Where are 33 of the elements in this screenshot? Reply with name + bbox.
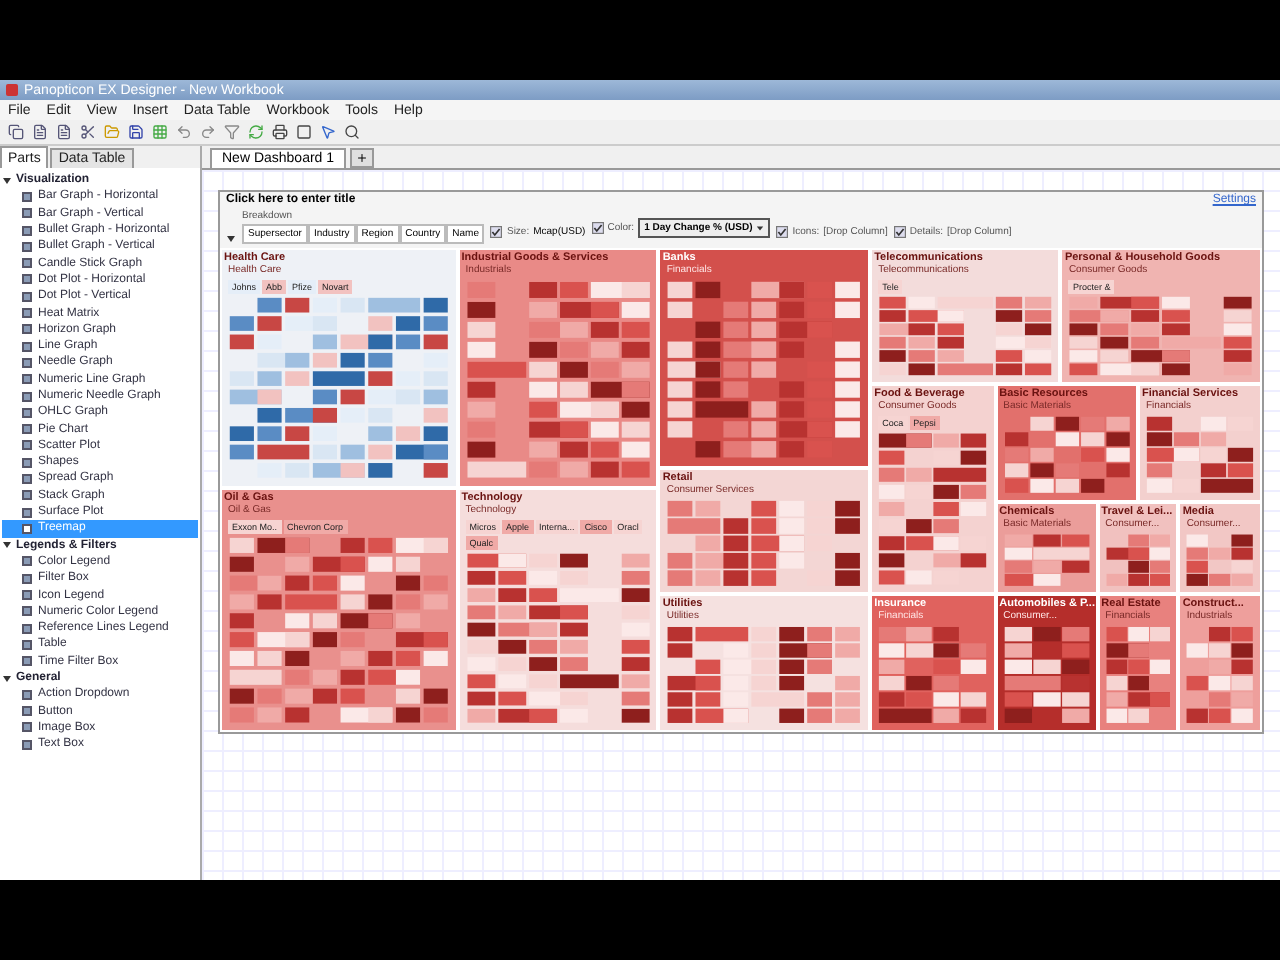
- filter-icon[interactable]: [224, 124, 240, 140]
- square-icon[interactable]: [296, 124, 312, 140]
- expander-icon[interactable]: [2, 175, 12, 186]
- caret-icon[interactable]: [756, 224, 765, 232]
- treemap-tiles-drawing: [1186, 533, 1254, 587]
- copy-icon[interactable]: [8, 124, 24, 140]
- treemap-tiles-drawing: [1105, 533, 1171, 587]
- undo-icon[interactable]: [176, 124, 192, 140]
- treemap-tiles-drawing: [1003, 416, 1130, 494]
- document-icon[interactable]: [56, 124, 72, 140]
- collapse-icon[interactable]: [226, 234, 236, 244]
- treemap-tiles-drawing: [1105, 626, 1171, 724]
- pointer-icon[interactable]: [320, 124, 336, 140]
- expander-icon[interactable]: [2, 540, 12, 551]
- redo-icon[interactable]: [200, 124, 216, 140]
- printer-icon[interactable]: [272, 124, 288, 140]
- checkbox[interactable]: [591, 222, 604, 234]
- treemap-tiles-drawing: [1186, 626, 1254, 724]
- treemap-tiles-drawing: [1003, 533, 1090, 587]
- treemap-tiles-drawing: [1146, 416, 1254, 494]
- scissors-icon[interactable]: [80, 124, 96, 140]
- checkbox[interactable]: [776, 226, 789, 238]
- treemap-tiles-drawing: [878, 626, 988, 724]
- add-tab-icon[interactable]: [350, 148, 375, 168]
- app-icon: [6, 84, 18, 96]
- document-icon[interactable]: [32, 124, 48, 140]
- checkbox[interactable]: [490, 226, 503, 238]
- expander-icon[interactable]: [2, 673, 12, 684]
- treemap-tiles-drawing: [1003, 626, 1090, 724]
- search-icon[interactable]: [344, 124, 360, 140]
- save-icon[interactable]: [128, 124, 144, 140]
- refresh-icon[interactable]: [248, 124, 264, 140]
- checkbox[interactable]: [893, 226, 906, 238]
